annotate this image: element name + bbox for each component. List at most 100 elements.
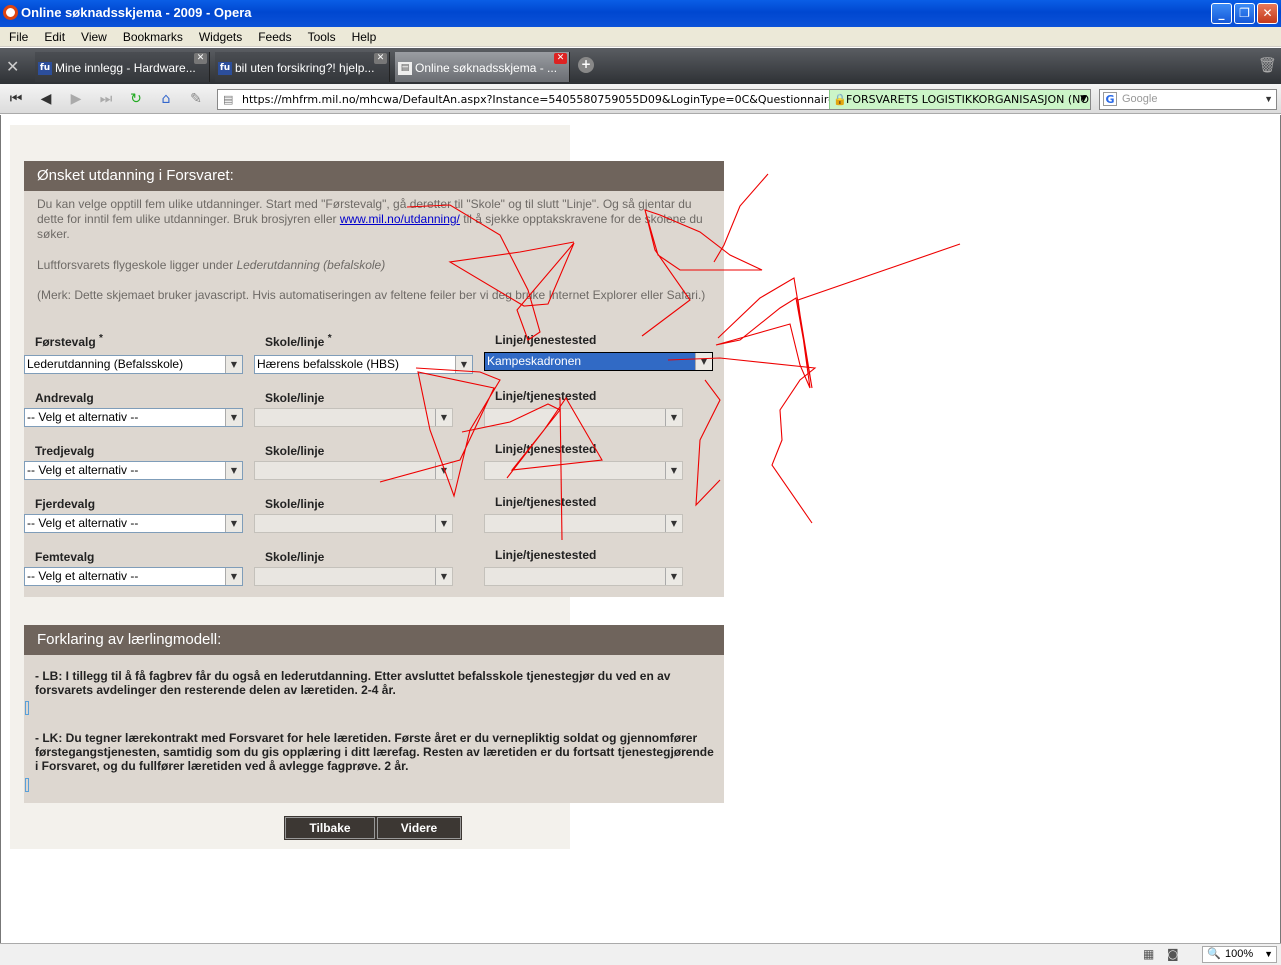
tab-close-icon[interactable]: ✕	[374, 53, 387, 64]
andrevalg-label: Andrevalg	[35, 391, 94, 405]
dropdown-arrow-icon: ▼	[665, 462, 682, 479]
intro-text: Du kan velge opptill fem ulike utdanning…	[37, 197, 703, 241]
line-select[interactable]: ▼	[484, 461, 683, 480]
forstevalg-select[interactable]: Lederutdanning (Befalsskole) ▼	[24, 355, 243, 374]
line-label: Linje/tjenestested	[495, 548, 597, 562]
page-content: Ønsket utdanning i Forsvaret: Du kan vel…	[0, 115, 1281, 943]
rewind-icon[interactable]: ⏮	[5, 89, 27, 109]
opera-logo-icon	[3, 5, 18, 20]
fjerdevalg-select[interactable]: -- Velg et alternativ -- ▼	[24, 514, 243, 533]
fjerdevalg-label: Fjerdevalg	[35, 497, 96, 511]
line-select[interactable]: Kampeskadronen ▼	[484, 352, 713, 371]
zoom-control[interactable]: 🔍 100% ▼	[1202, 946, 1277, 963]
back-arrow-icon[interactable]: ◀	[35, 89, 57, 109]
window-title: Online søknadsskjema - 2009 - Opera	[21, 5, 252, 20]
dropdown-arrow-icon: ▼	[225, 568, 242, 585]
explanation-heading: Forklaring av lærlingmodell:	[24, 625, 724, 655]
forward-arrow-icon[interactable]: ▶	[65, 89, 87, 109]
line-label: Linje/tjenestested	[495, 389, 597, 403]
school-label: Skole/linje	[265, 391, 325, 405]
school-select[interactable]: Hærens befalsskole (HBS) ▼	[254, 355, 473, 374]
femtevalg-label: Femtevalg	[35, 550, 95, 564]
camera-icon[interactable]: ◙	[1167, 947, 1179, 961]
school-label: Skole/linje	[265, 550, 325, 564]
school-select[interactable]: ▼	[254, 567, 453, 586]
menu-tools[interactable]: Tools	[299, 27, 343, 44]
address-dropdown-icon[interactable]: ▼	[1080, 90, 1087, 109]
search-dropdown-icon[interactable]: ▼	[1264, 90, 1273, 109]
menu-widgets[interactable]: Widgets	[190, 27, 249, 44]
utdanning-link[interactable]: www.mil.no/utdanning/	[340, 212, 460, 226]
school-select[interactable]: ▼	[254, 461, 453, 480]
dropdown-arrow-icon: ▼	[435, 568, 452, 585]
line-label: Linje/tjenestested	[495, 442, 597, 456]
search-input[interactable]: G Google ▼	[1099, 89, 1277, 110]
title-bar: Online søknadsskjema - 2009 - Opera _ ❐ …	[0, 0, 1281, 27]
tab-label: Mine innlegg - Hardware...	[55, 61, 196, 75]
line-select[interactable]: ▼	[484, 514, 683, 533]
school-label: Skole/linje *	[265, 333, 332, 349]
menu-view[interactable]: View	[72, 27, 114, 44]
menu-help[interactable]: Help	[343, 27, 384, 44]
status-bar: ▦ ◙ 🔍 100% ▼	[0, 943, 1281, 965]
tab-bar: ✕ fu Mine innlegg - Hardware... ✕ fu bil ut…	[0, 48, 1281, 84]
trash-icon[interactable]: 🗑	[1258, 56, 1277, 74]
dropdown-arrow-icon: ▼	[225, 356, 242, 373]
lock-icon: 🔒	[833, 93, 847, 106]
dropdown-arrow-icon: ▼	[225, 409, 242, 426]
dropdown-arrow-icon: ▼	[455, 356, 472, 373]
menu-edit[interactable]: Edit	[35, 27, 72, 44]
dropdown-arrow-icon: ▼	[665, 515, 682, 532]
tredjevalg-label: Tredjevalg	[35, 444, 95, 458]
forstevalg-label: Førstevalg *	[35, 333, 103, 349]
maximize-button[interactable]: ❐	[1234, 3, 1255, 24]
dropdown-arrow-icon: ▼	[435, 515, 452, 532]
tab-close-icon[interactable]: ✕	[194, 53, 207, 64]
tab-bil[interactable]: fu bil uten forsikring?! hjelp... ✕	[215, 52, 390, 82]
line-select[interactable]: ▼	[484, 408, 683, 427]
panels-icon[interactable]: ▦	[1143, 947, 1154, 961]
tab-close-icon[interactable]: ✕	[554, 53, 567, 64]
menu-bookmarks[interactable]: Bookmarks	[114, 27, 190, 44]
magnifier-icon: 🔍	[1207, 948, 1221, 960]
tools-icon[interactable]: ✕	[6, 57, 19, 76]
page-icon: ▤	[223, 93, 234, 106]
site-favicon-icon: fu	[38, 62, 52, 75]
school-select[interactable]: ▼	[254, 408, 453, 427]
home-icon[interactable]: ⌂	[155, 89, 177, 109]
dropdown-arrow-icon: ▼	[665, 409, 682, 426]
zoom-dropdown-icon: ▼	[1264, 949, 1273, 959]
url-text: https://mhfrm.mil.no/mhcwa/DefaultAn.asp…	[242, 93, 914, 106]
explanation-panel: Forklaring av lærlingmodell: - LB: I til…	[24, 625, 724, 803]
tab-label: bil uten forsikring?! hjelp...	[235, 61, 375, 75]
menu-feeds[interactable]: Feeds	[249, 27, 298, 44]
back-button[interactable]: Tilbake	[284, 816, 376, 840]
javascript-note: (Merk: Dette skjemaet bruker javascript.…	[37, 288, 706, 302]
tab-hardware[interactable]: fu Mine innlegg - Hardware... ✕	[35, 52, 210, 82]
school-select[interactable]: ▼	[254, 514, 453, 533]
menu-file[interactable]: File	[0, 27, 35, 44]
close-window-button[interactable]: ✕	[1257, 3, 1278, 24]
fast-forward-icon[interactable]: ⏭	[95, 89, 117, 109]
line-label: Linje/tjenestested	[495, 495, 597, 509]
new-tab-icon[interactable]: +	[578, 57, 594, 73]
reload-icon[interactable]: ↻	[125, 89, 147, 109]
line-select[interactable]: ▼	[484, 567, 683, 586]
school-label: Skole/linje	[265, 444, 325, 458]
next-button[interactable]: Videre	[376, 816, 462, 840]
security-badge[interactable]: 🔒 FORSVARETS LOGISTIKKORGANISASJON (NO)	[829, 90, 1090, 109]
address-input[interactable]: ▤ https://mhfrm.mil.no/mhcwa/DefaultAn.a…	[217, 89, 1091, 110]
menu-bar: File Edit View Bookmarks Widgets Feeds Tools He…	[0, 27, 1281, 47]
site-favicon-icon: fu	[218, 62, 232, 75]
andrevalg-select[interactable]: -- Velg et alternativ -- ▼	[24, 408, 243, 427]
flygeskole-note: Luftforsvarets flygeskole ligger under L…	[37, 258, 386, 272]
dropdown-arrow-icon: ▼	[435, 409, 452, 426]
tredjevalg-select[interactable]: -- Velg et alternativ -- ▼	[24, 461, 243, 480]
address-toolbar: ⏮ ◀ ▶ ⏭ ↻ ⌂ ✎ ▤ https://mhfrm.mil.no/mhc…	[0, 84, 1281, 114]
minimize-button[interactable]: _	[1211, 3, 1232, 24]
google-icon: G	[1103, 92, 1117, 106]
school-label: Skole/linje	[265, 497, 325, 511]
femtevalg-select[interactable]: -- Velg et alternativ -- ▼	[24, 567, 243, 586]
tab-soknadsskjema[interactable]: ▤ Online søknadsskjema - ... ✕	[395, 52, 570, 82]
edit-pen-icon[interactable]: ✎	[185, 89, 207, 109]
